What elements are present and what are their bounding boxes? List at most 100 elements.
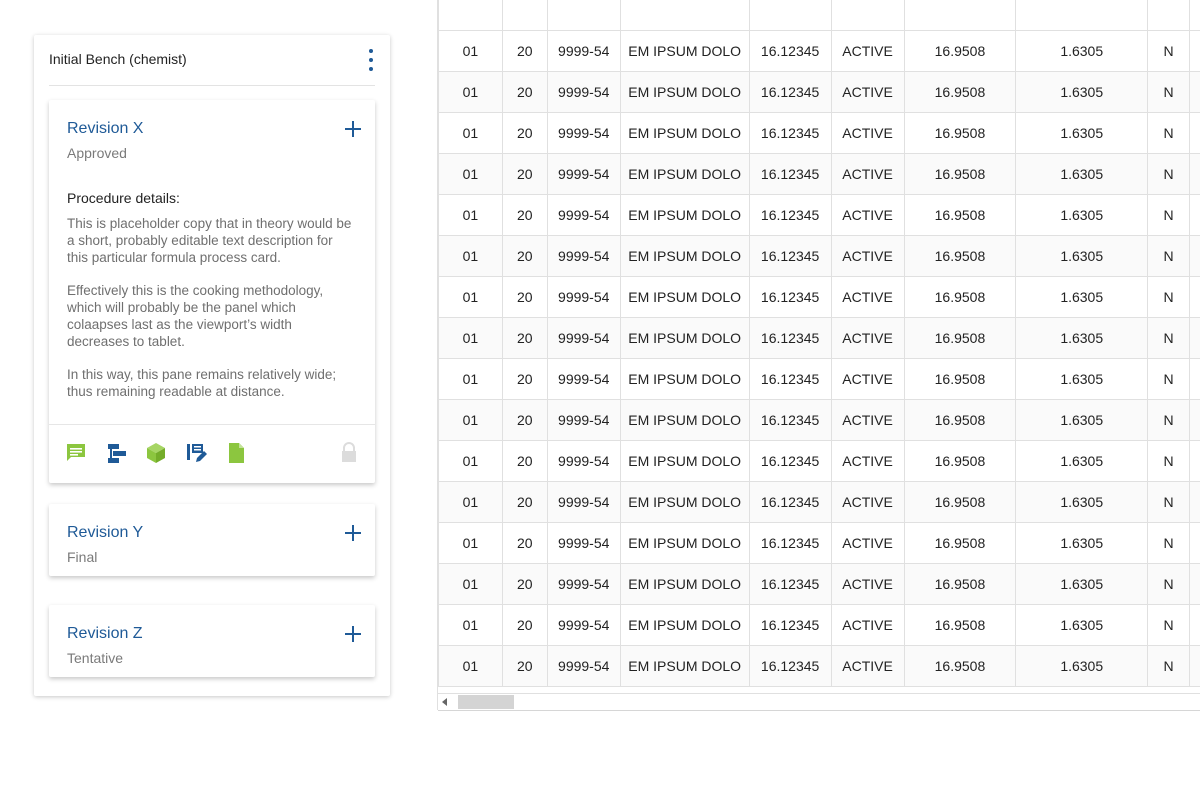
table-row[interactable]: 01 20 9999-54 EM IPSUM DOLO 16.12345 ACTIVE 16… <box>438 645 1200 687</box>
table-cell: ACTIVE <box>830 194 905 236</box>
table-cell <box>1015 0 1149 31</box>
table-row[interactable]: 01 20 9999-54 EM IPSUM DOLO 16.12345 ACTIVE 16… <box>438 358 1200 400</box>
table-cell: EM IPSUM DOLO <box>619 399 750 441</box>
table-cell: 16.9508 <box>903 481 1017 523</box>
table-cell <box>903 0 1017 31</box>
table-cell: 9999-54 <box>546 112 621 154</box>
table-cell: 1.6305 <box>1015 522 1149 564</box>
table-cell <box>1189 0 1200 31</box>
table-row[interactable]: 01 20 9999-54 EM IPSUM DOLO 16.12345 ACTIVE 16… <box>438 399 1200 441</box>
table-cell <box>1189 522 1200 564</box>
table-cell: N <box>1147 235 1191 277</box>
table-cell: EM IPSUM DOLO <box>619 71 750 113</box>
table-cell <box>1189 399 1200 441</box>
table-cell: 1.6305 <box>1015 399 1149 441</box>
table-row[interactable]: 01 20 9999-54 EM IPSUM DOLO 16.12345 ACTIVE 16… <box>438 317 1200 359</box>
table-cell: N <box>1147 317 1191 359</box>
expand-plus-icon[interactable] <box>345 121 361 137</box>
scroll-thumb[interactable] <box>458 695 514 709</box>
table-cell: 20 <box>501 481 548 523</box>
table-cell <box>830 0 905 31</box>
table-cell <box>1189 194 1200 236</box>
table-cell: 20 <box>501 153 548 195</box>
table-cell: 16.12345 <box>748 71 832 113</box>
table-cell: N <box>1147 604 1191 646</box>
table-row[interactable]: 01 20 9999-54 EM IPSUM DOLO 16.12345 ACTIVE 16… <box>438 563 1200 605</box>
table-row[interactable]: 01 20 9999-54 EM IPSUM DOLO 16.12345 ACTIVE 16… <box>438 71 1200 113</box>
table-cell: 9999-54 <box>546 522 621 564</box>
table-cell: 16.9508 <box>903 153 1017 195</box>
table-cell <box>438 0 503 31</box>
table-cell: 16.12345 <box>748 153 832 195</box>
table-cell: 16.9508 <box>903 317 1017 359</box>
edit-list-icon[interactable] <box>184 441 208 465</box>
revision-title[interactable]: Revision Y <box>67 524 143 542</box>
table-cell <box>1189 645 1200 687</box>
expand-plus-icon[interactable] <box>345 626 361 642</box>
table-cell: 9999-54 <box>546 604 621 646</box>
table-cell: EM IPSUM DOLO <box>619 30 750 72</box>
horizontal-scrollbar[interactable] <box>438 693 1200 711</box>
table-cell: 01 <box>438 30 503 72</box>
procedure-paragraph: Effectively this is the cooking methodol… <box>67 283 324 349</box>
table-cell: 1.6305 <box>1015 604 1149 646</box>
expand-plus-icon[interactable] <box>345 525 361 541</box>
revisions-panel: Initial Bench (chemist) Revision X Appro… <box>34 35 390 696</box>
table-cell <box>1189 71 1200 113</box>
package-cube-icon[interactable] <box>144 441 168 465</box>
document-icon[interactable] <box>224 441 248 465</box>
table-cell: EM IPSUM DOLO <box>619 440 750 482</box>
table-cell: N <box>1147 645 1191 687</box>
revision-card-x: Revision X Approved Procedure details: T… <box>49 100 375 483</box>
table-cell: N <box>1147 522 1191 564</box>
table-cell: EM IPSUM DOLO <box>619 645 750 687</box>
table-cell <box>1189 276 1200 318</box>
table-row[interactable]: 01 20 9999-54 EM IPSUM DOLO 16.12345 ACTIVE 16… <box>438 604 1200 646</box>
table-cell: 9999-54 <box>546 399 621 441</box>
table-cell: ACTIVE <box>830 317 905 359</box>
table-row[interactable]: 01 20 9999-54 EM IPSUM DOLO 16.12345 ACTIVE 16… <box>438 276 1200 318</box>
table-cell <box>1189 153 1200 195</box>
table-cell: N <box>1147 358 1191 400</box>
table-cell: N <box>1147 440 1191 482</box>
table-row[interactable]: 01 20 9999-54 EM IPSUM DOLO 16.12345 ACTIVE 16… <box>438 194 1200 236</box>
table-row[interactable]: 01 20 9999-54 EM IPSUM DOLO 16.12345 ACTIVE 16… <box>438 522 1200 564</box>
table-row[interactable]: 01 20 9999-54 EM IPSUM DOLO 16.12345 ACTIVE 16… <box>438 235 1200 277</box>
table-row[interactable]: 01 20 9999-54 EM IPSUM DOLO 16.12345 ACTIVE 16… <box>438 112 1200 154</box>
table-cell: 01 <box>438 194 503 236</box>
table-cell: N <box>1147 276 1191 318</box>
table-row[interactable]: 01 20 9999-54 EM IPSUM DOLO 16.12345 ACTIVE 16… <box>438 30 1200 72</box>
table-cell <box>501 0 548 31</box>
revision-title[interactable]: Revision X <box>67 120 143 138</box>
table-cell <box>1189 563 1200 605</box>
table-cell: EM IPSUM DOLO <box>619 604 750 646</box>
table-row[interactable]: 01 20 9999-54 EM IPSUM DOLO 16.12345 ACTIVE 16… <box>438 481 1200 523</box>
revision-title[interactable]: Revision Z <box>67 625 143 643</box>
workflow-icon[interactable] <box>105 441 129 465</box>
table-cell <box>1189 30 1200 72</box>
table-row[interactable]: 01 20 9999-54 EM IPSUM DOLO 16.12345 ACTIVE 16… <box>438 440 1200 482</box>
table-cell: 20 <box>501 71 548 113</box>
table-cell: 1.6305 <box>1015 276 1149 318</box>
lock-icon <box>342 442 356 462</box>
scroll-left-icon[interactable] <box>442 698 447 706</box>
table-cell: EM IPSUM DOLO <box>619 112 750 154</box>
table-cell: 16.9508 <box>903 604 1017 646</box>
table-cell: 01 <box>438 563 503 605</box>
table-cell: N <box>1147 153 1191 195</box>
table-cell <box>1189 358 1200 400</box>
table-cell: ACTIVE <box>830 399 905 441</box>
table-row[interactable]: 01 20 9999-54 EM IPSUM DOLO 16.12345 ACTIVE 16… <box>438 153 1200 195</box>
comment-icon[interactable] <box>64 441 88 465</box>
table-cell <box>748 0 832 31</box>
table-cell: 20 <box>501 194 548 236</box>
more-options-icon[interactable] <box>365 49 377 71</box>
revision-status: Tentative <box>67 650 124 666</box>
table-cell: EM IPSUM DOLO <box>619 317 750 359</box>
table-cell: ACTIVE <box>830 563 905 605</box>
table-cell: ACTIVE <box>830 235 905 277</box>
table-cell: EM IPSUM DOLO <box>619 194 750 236</box>
table-cell: 16.12345 <box>748 358 832 400</box>
table-cell: N <box>1147 71 1191 113</box>
table-cell: 16.9508 <box>903 440 1017 482</box>
